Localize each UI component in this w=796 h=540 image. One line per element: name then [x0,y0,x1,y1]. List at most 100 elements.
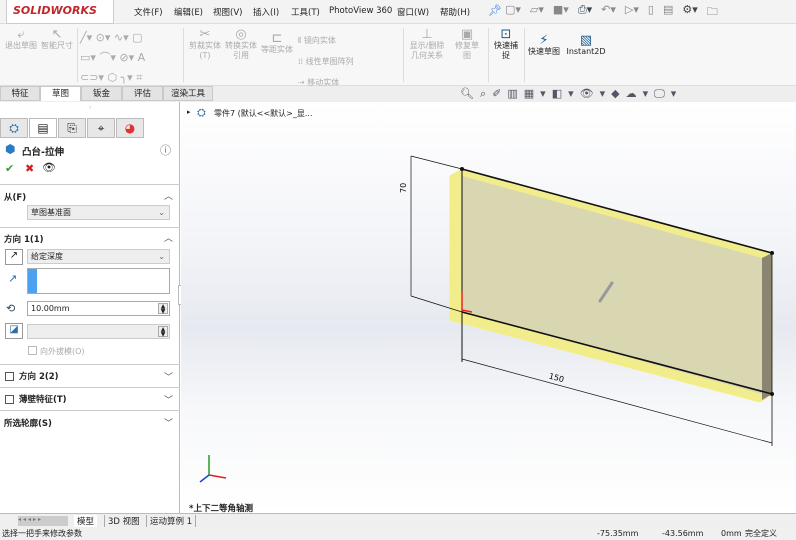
height-dimension-label[interactable]: 70 [399,183,408,193]
menu-view[interactable]: 视图(V) [213,6,242,18]
dimxpert-tab[interactable]: ⌖ [87,118,115,138]
menu-edit[interactable]: 编辑(E) [174,6,203,18]
section-view-icon[interactable]: ▥ [507,87,523,100]
offset-entities-button[interactable]: ⊏ 等距实体 [260,32,294,55]
collapse-direction1-icon[interactable]: ︿ [164,231,173,244]
preview-eye-icon[interactable]: 👁︎ [42,161,56,174]
previous-view-icon[interactable]: ✐ [492,87,507,100]
rapid-sketch-button[interactable]: ⚡ 快速草图 [528,34,560,57]
display-icon[interactable]: 🖵︎▾ [654,87,682,100]
print-icon[interactable]: ⎙▾ [578,3,592,21]
selected-contours-label[interactable]: 所选轮廓(S) [4,417,52,429]
sketch-tools-group[interactable]: ╱▾ ⊙▾ ∿▾ ▢ ▭▾ ⌒▾ ⊘▾ A ⊂⊃▾ ⬡ ╮▾ ⌗ [80,28,180,88]
folder-icon[interactable]: 🗀︎ [707,3,718,21]
zoom-area-icon[interactable]: ⌕ [480,87,492,100]
select-icon[interactable]: ▷▾ [625,3,639,21]
width-dimension-label[interactable]: 150 [548,372,565,385]
instant2d-button[interactable]: ▧ Instant2D [564,34,608,57]
tab-evaluate[interactable]: 评估 [122,86,163,101]
menu-tools[interactable]: 工具(T) [291,6,320,18]
options-gear-icon[interactable]: ⚙▾ [682,3,697,21]
help-icon[interactable]: ⓘ [160,142,171,158]
undo-icon[interactable]: ↶▾ [601,3,616,21]
menu-photoview[interactable]: PhotoView 360 [329,6,392,16]
configuration-manager-tab[interactable]: ⎘ [58,118,86,138]
direction-selection-box[interactable] [27,268,170,294]
direction1-section-label[interactable]: 方向 1(1) [4,233,44,245]
draft-spinner[interactable]: ▲ ▼ [158,326,168,338]
configuration-icon: ⎘ [67,121,77,135]
open-icon[interactable]: ▱▾ [530,3,544,21]
file-properties-icon[interactable]: ▤ [663,3,673,21]
trim-button[interactable]: ✂ 剪裁实体(T) [188,28,222,61]
tab-features[interactable]: 特征 [0,86,40,101]
menu-file[interactable]: 文件(F) [134,6,163,18]
repair-sketch-button[interactable]: ▣ 修复草图 [452,27,482,61]
feature-manager-tab[interactable]: ⛭ [0,118,28,138]
ok-check-icon[interactable]: ✔ [5,162,14,175]
zoom-to-fit-icon[interactable]: 🔍︎ [460,87,480,100]
draft-angle-input[interactable]: ▲ ▼ [27,324,170,339]
from-section-label[interactable]: 从(F) [4,191,26,203]
depth-spinner[interactable]: ▲ ▼ [158,303,168,315]
draft-toggle-button[interactable]: ◪ [5,323,23,339]
feature-title: 凸台-拉伸 [22,147,64,158]
direction2-checkbox[interactable] [5,372,14,381]
new-icon[interactable]: ▢▾ [505,3,521,21]
graphics-area[interactable]: ▸ ⛭ 零件7 (默认<<默认>_显... 70 150 *上下二等角轴测 [181,102,796,514]
display-relations-button[interactable]: ⊥ 显示/删除几何关系 [406,28,448,61]
property-list-icon: ▤ [37,121,49,135]
rectangle-icon: ▭▾ ⌒▾ ⊘▾ A [80,51,146,64]
repair-icon: ▣ [460,27,474,42]
mirror-entities-button[interactable]: ⫴ 镜向实体 [298,30,354,51]
hide-show-icon[interactable]: 👁︎▾ [580,87,612,100]
menu-insert[interactable]: 插入(I) [253,6,279,18]
property-manager-tab[interactable]: ▤ [29,118,57,138]
reverse-direction-button[interactable]: ↗ [5,249,23,265]
collapse-from-icon[interactable]: ︿ [164,189,173,202]
status-message: 选择一把手来修改参数 [2,529,82,538]
cancel-x-icon[interactable]: ✖ [25,162,34,175]
extrude-icon: ⬢ [5,142,16,156]
expand-thin-icon[interactable]: ﹀ [164,393,173,406]
panel-grip[interactable]: ◦ [88,104,92,112]
tab-scroll-arrows[interactable]: ◂◂◂▸▸ [18,516,68,526]
from-select[interactable]: 草图基准面 ⌄ [27,205,170,220]
view-orientation-icon[interactable]: ▦▾ [524,87,552,100]
menu-window[interactable]: 窗口(W) [397,6,429,18]
expand-direction2-icon[interactable]: ﹀ [164,370,173,383]
pin-icon[interactable]: 📌︎ [488,4,502,17]
smart-dimension-button[interactable]: ↖ 智能尺寸 [40,27,74,51]
expand-contours-icon[interactable]: ﹀ [164,416,173,429]
direction2-label: 方向 2(2) [19,372,59,382]
depth-input[interactable]: 10.00mm ▲ ▼ [27,301,170,316]
tab-motion-study[interactable]: 运动算例 1 [146,515,197,527]
tab-sketch[interactable]: 草图 [40,86,81,101]
linear-pattern-button[interactable]: ⁞⁞ 线性草图阵列 [298,51,354,72]
save-icon[interactable]: ■▾ [553,3,569,21]
tab-3d-view[interactable]: 3D 视图 [104,515,143,527]
direction-arrow-icon: ↗ [8,272,18,285]
appearance-icon[interactable]: ◆ [611,87,625,100]
display-style-icon[interactable]: ◧▾ [552,87,580,100]
end-condition-select[interactable]: 给定深度 ⌄ [27,249,170,264]
exit-sketch-button[interactable]: ⤶ 退出草图 [4,28,38,51]
convert-entities-button[interactable]: ◎ 转换实体引用 [224,28,258,61]
quick-snaps-button[interactable]: ⊡ 快速捕捉 [491,28,521,61]
triad-z-axis [199,474,210,483]
solidworks-logo[interactable]: SOLIDWORKS [6,0,114,24]
smart-dimension-icon: ↖ [51,27,63,42]
rebuild-icon[interactable]: ▯ [648,3,654,21]
menu-help[interactable]: 帮助(H) [440,6,470,18]
tab-model[interactable]: 模型 [74,515,98,527]
tab-render-tools[interactable]: 渲染工具 [163,86,213,101]
triad-x-axis [208,474,227,479]
thin-feature-checkbox[interactable] [5,395,14,404]
command-manager: ⤶ 退出草图 ↖ 智能尺寸 ╱▾ ⊙▾ ∿▾ ▢ ▭▾ ⌒▾ ⊘▾ A ⊂⊃▾ ⬡ ╮▾… [0,24,796,88]
heads-up-view-toolbar[interactable]: 🔍︎⌕✐▥▦▾◧▾👁︎▾◆☁▾🖵︎▾ [460,87,682,101]
model-view[interactable]: 70 150 [181,102,796,513]
scene-icon[interactable]: ☁▾ [626,87,655,100]
display-manager-tab[interactable]: ◕ [116,118,144,138]
draft-outward-checkbox[interactable] [28,346,37,355]
tab-sheet-metal[interactable]: 钣金 [81,86,122,101]
